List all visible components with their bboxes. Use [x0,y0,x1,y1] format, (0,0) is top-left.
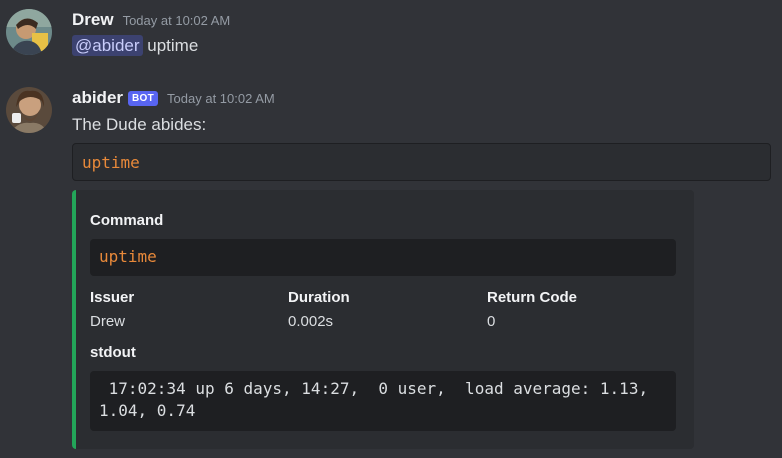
embed-field-title-duration: Duration [288,289,350,306]
message-text: The Dude abides: [72,115,207,134]
embed-field-value-issuer: Drew [90,313,126,330]
command-code-block: uptime [90,239,676,276]
embed-field-title-return-code: Return Code [487,289,577,306]
code-block: uptime [72,143,771,181]
username[interactable]: abider [72,88,123,108]
embed-field-title-issuer: Issuer [90,289,135,306]
timestamp: Today at 10:02 AM [167,91,275,106]
stdout-code-block: 17:02:34 up 6 days, 14:27, 0 user, load … [90,371,676,431]
bot-avatar[interactable] [6,87,52,133]
embed-field-title-command: Command [90,212,164,229]
embed-field-value-return-code: 0 [487,313,496,330]
embed-field-title-stdout: stdout [90,344,136,361]
embed-field-value-duration: 0.002s [288,313,334,330]
message-abider: abider BOT Today at 10:02 AM The Dude ab… [0,0,782,458]
bot-badge: BOT [128,91,159,106]
command-embed: Command uptime Issuer Drew Duration 0.00… [72,190,694,449]
